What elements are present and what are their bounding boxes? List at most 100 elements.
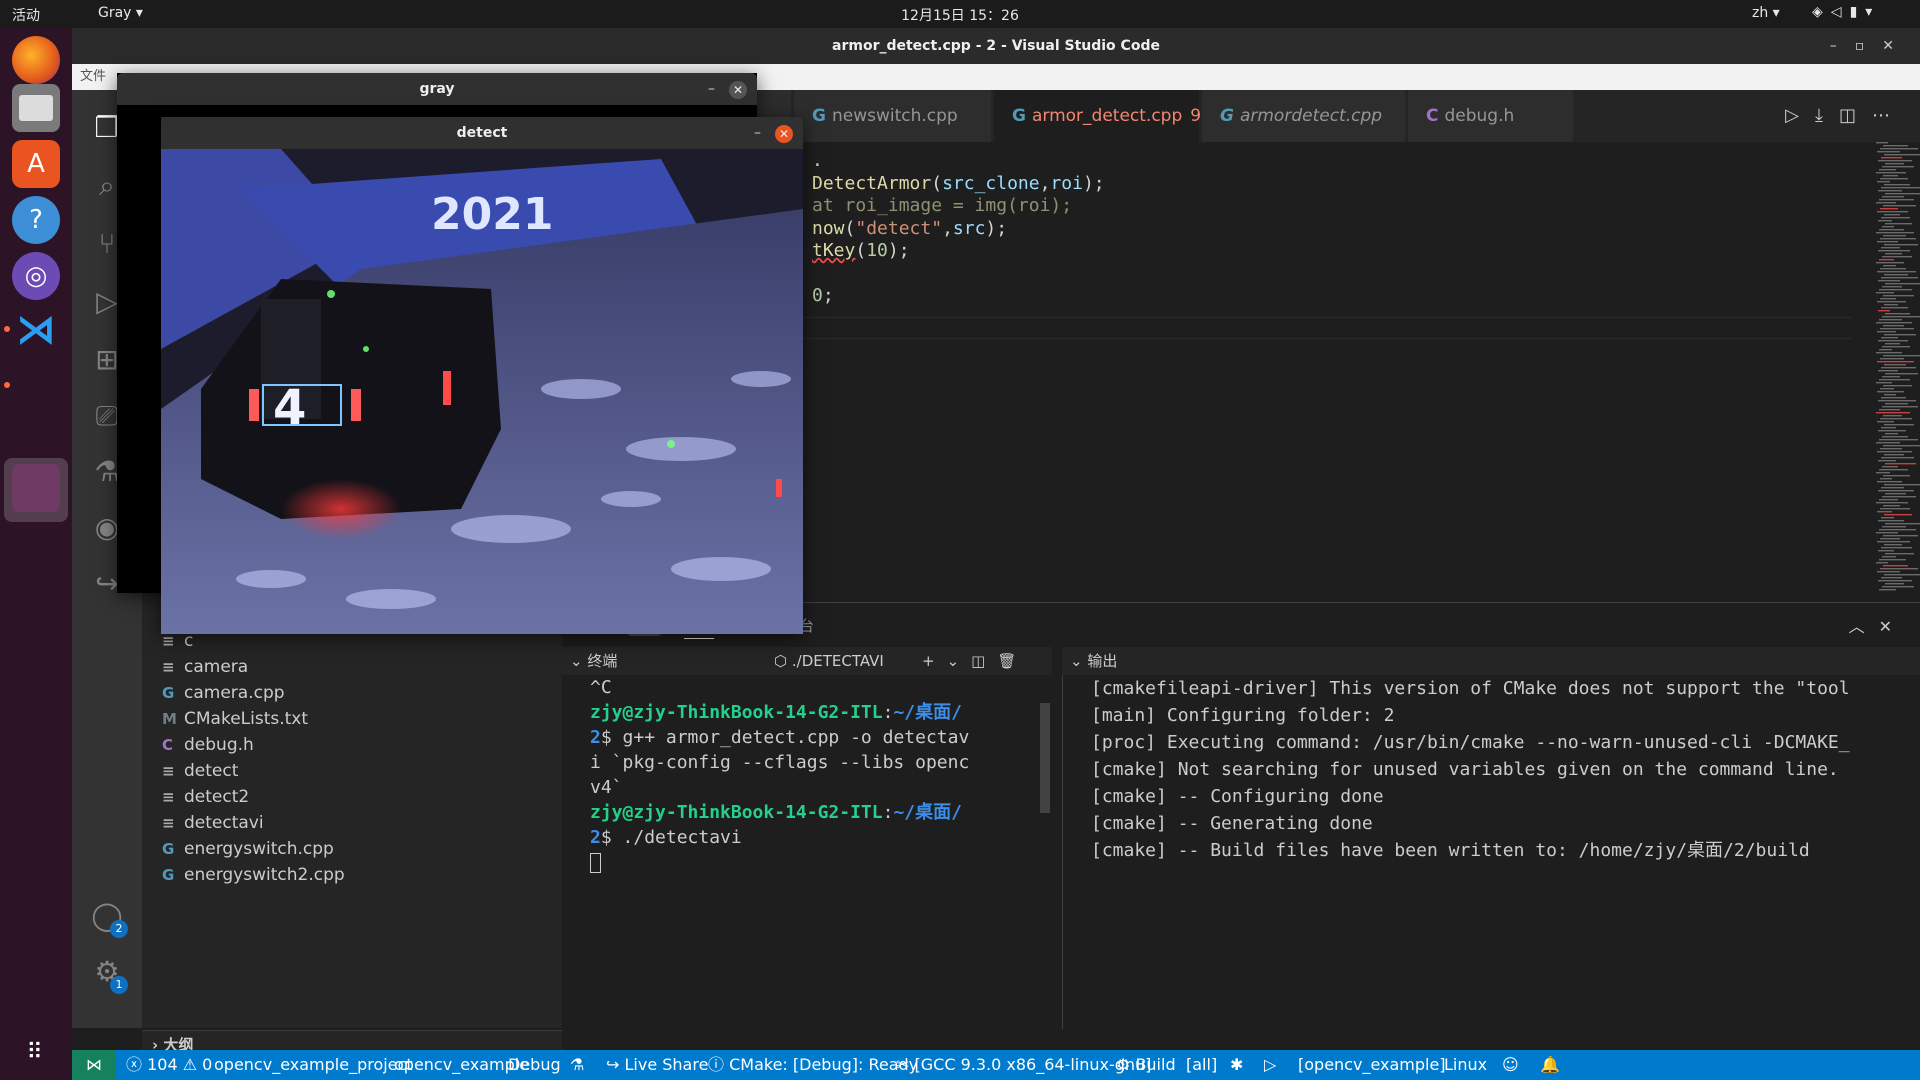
explorer-file-item[interactable]: ≡ detectavi (162, 810, 552, 836)
file-name: debug.h (184, 735, 254, 755)
split-terminal-icon[interactable]: ◫ (971, 652, 997, 670)
minimap-line (1883, 355, 1920, 357)
test-flask-icon[interactable]: ⚗ (570, 1050, 584, 1080)
help-icon[interactable]: ? (12, 196, 60, 244)
build-type[interactable]: Debug (508, 1050, 561, 1080)
editor-tab[interactable]: Gnewswitch.cpp (794, 90, 992, 142)
minimap-line (1879, 199, 1914, 201)
minimap-line (1878, 160, 1912, 162)
vscode-icon[interactable]: ⋊ (12, 306, 60, 354)
minimap-line (1881, 307, 1908, 309)
minimap-line (1885, 403, 1908, 405)
run-icon[interactable]: ▷ (1785, 105, 1815, 126)
terminal-text: : (882, 702, 894, 723)
compiler-kit[interactable]: ✂ [GCC 9.3.0 x86_64-linux-gnu] (896, 1050, 1151, 1080)
code-token: "detect" (855, 217, 943, 239)
txt-file-icon: ≡ (162, 658, 175, 676)
more-actions-icon[interactable]: ⋯ (1872, 105, 1906, 126)
explorer-file-item[interactable]: M CMakeLists.txt (162, 706, 552, 732)
minimap[interactable] (1872, 142, 1920, 602)
status-bar: ⋈ ⓧ 104 ⚠ 0 opencv_example_project openc… (72, 1050, 1920, 1080)
code-token: ); (887, 240, 910, 261)
live-share-status[interactable]: ↪ Live Share (606, 1050, 708, 1080)
new-terminal-icon[interactable]: +⌄ (922, 652, 971, 670)
file-name: camera.cpp (184, 683, 285, 703)
window-controls[interactable]: –▫✕ (1830, 28, 1912, 64)
launch-play-icon[interactable]: ▷ (1264, 1050, 1276, 1080)
minimize-button[interactable]: – (708, 73, 715, 105)
minimap-line (1884, 244, 1918, 246)
build-target[interactable]: [all] (1186, 1050, 1217, 1080)
cmake-project[interactable]: opencv_example_project (214, 1050, 413, 1080)
minimap-line (1876, 502, 1908, 504)
editor-tab[interactable]: Garmordetect.cpp (1202, 90, 1406, 142)
explorer-file-item[interactable]: Cdebug.h (162, 732, 552, 758)
minimap-line (1879, 469, 1908, 471)
terminal-scrollbar[interactable] (1040, 703, 1050, 813)
split-editor-icon[interactable]: ◫ (1839, 105, 1872, 126)
minimap-line (1880, 388, 1894, 390)
explorer-file-item[interactable]: ≡ camera (162, 654, 552, 680)
build-button[interactable]: ⚙ Build (1116, 1050, 1176, 1080)
launch-target[interactable]: [opencv_example] (1298, 1050, 1446, 1080)
terminal-window-icon[interactable] (12, 464, 60, 512)
browser-icon[interactable]: ◎ (12, 252, 60, 300)
cmake-status[interactable]: ⓘ CMake: [Debug]: Ready (708, 1050, 918, 1080)
minimize-button[interactable]: – (754, 117, 761, 149)
minimap-line (1882, 466, 1898, 468)
minimap-line (1881, 187, 1920, 189)
editor-tab[interactable]: Garmor_detect.cpp9+✕ (994, 90, 1242, 142)
explorer-file-item[interactable]: Gcamera.cpp (162, 680, 552, 706)
chevron-down-icon[interactable]: ⌄ (570, 652, 583, 670)
explorer-file-item[interactable]: ≡ detect (162, 758, 552, 784)
explorer-file-item[interactable]: Genergyswitch.cpp (162, 836, 552, 862)
minimap-line (1877, 571, 1900, 573)
debug-bug-icon[interactable]: ✱ (1230, 1050, 1243, 1080)
firefox-icon[interactable] (12, 36, 60, 84)
notifications-bell-icon[interactable]: 🔔 (1540, 1050, 1560, 1080)
software-icon[interactable]: A (12, 140, 60, 188)
minimap-line (1876, 232, 1914, 234)
close-panel-icon[interactable]: ✕ (1879, 617, 1906, 636)
minimap-line (1879, 289, 1912, 291)
minimap-line (1877, 151, 1900, 153)
code-token: ( (931, 172, 943, 194)
chevron-down-icon[interactable]: ⌄ (1070, 652, 1083, 670)
window-title: armor_detect.cpp - 2 - Visual Studio Cod… (832, 38, 1160, 54)
minimap-line (1884, 274, 1908, 276)
minimap-line (1879, 349, 1892, 351)
remote-indicator-icon[interactable]: ⋈ (72, 1050, 116, 1080)
platform[interactable]: Linux (1444, 1050, 1487, 1080)
editor-tab[interactable]: Cdebug.h (1408, 90, 1574, 142)
cpp-file-icon: G (1220, 106, 1234, 126)
problems-status[interactable]: ⓧ 104 ⚠ 0 (126, 1050, 212, 1080)
explorer-file-item[interactable]: Genergyswitch2.cpp (162, 862, 552, 888)
menu-file[interactable]: 文件 (80, 69, 106, 84)
input-language-menu[interactable]: zh ▾ (1752, 5, 1780, 21)
save-all-icon[interactable]: ⤓ (1815, 105, 1839, 126)
terminal-text: i `pkg-config --cflags --libs openc (590, 752, 970, 773)
maximize-panel-icon[interactable]: ︿ (1849, 617, 1879, 636)
terminal-text: v4` (590, 777, 623, 798)
minimap-line (1884, 154, 1920, 156)
system-tray[interactable]: ◈◁▮▾ (1812, 4, 1880, 20)
minimap-line (1881, 367, 1916, 369)
minimap-line (1884, 574, 1920, 576)
show-apps-grid-icon[interactable]: ⠿ (12, 1028, 60, 1076)
files-icon[interactable] (12, 84, 60, 132)
close-button[interactable]: ✕ (775, 125, 793, 143)
minimap-line (1878, 490, 1914, 492)
minimap-line (1882, 556, 1896, 558)
explorer-file-item[interactable]: ≡ detect2 (162, 784, 552, 810)
terminal-instance-name[interactable]: ⬡ ./DETECTAVI (774, 647, 884, 675)
minimap-line (1877, 241, 1898, 243)
terminal-output[interactable]: ^C zjy@zjy-ThinkBook-14-G2-ITL:~/桌面/2$ g+… (562, 675, 1032, 1029)
output-log[interactable]: [cmakefileapi-driver] This version of CM… (1062, 675, 1920, 1029)
trash-icon[interactable]: 🗑 (997, 652, 1028, 670)
terminal-text: ^C (590, 677, 612, 698)
clock[interactable]: 12月15日 15：26 (0, 5, 1920, 25)
minimap-line (1878, 190, 1902, 192)
close-button[interactable]: ✕ (729, 81, 747, 99)
feedback-icon[interactable]: ☺ (1502, 1050, 1519, 1080)
terminal-text: zjy@zjy-ThinkBook-14-G2-ITL (590, 802, 883, 823)
